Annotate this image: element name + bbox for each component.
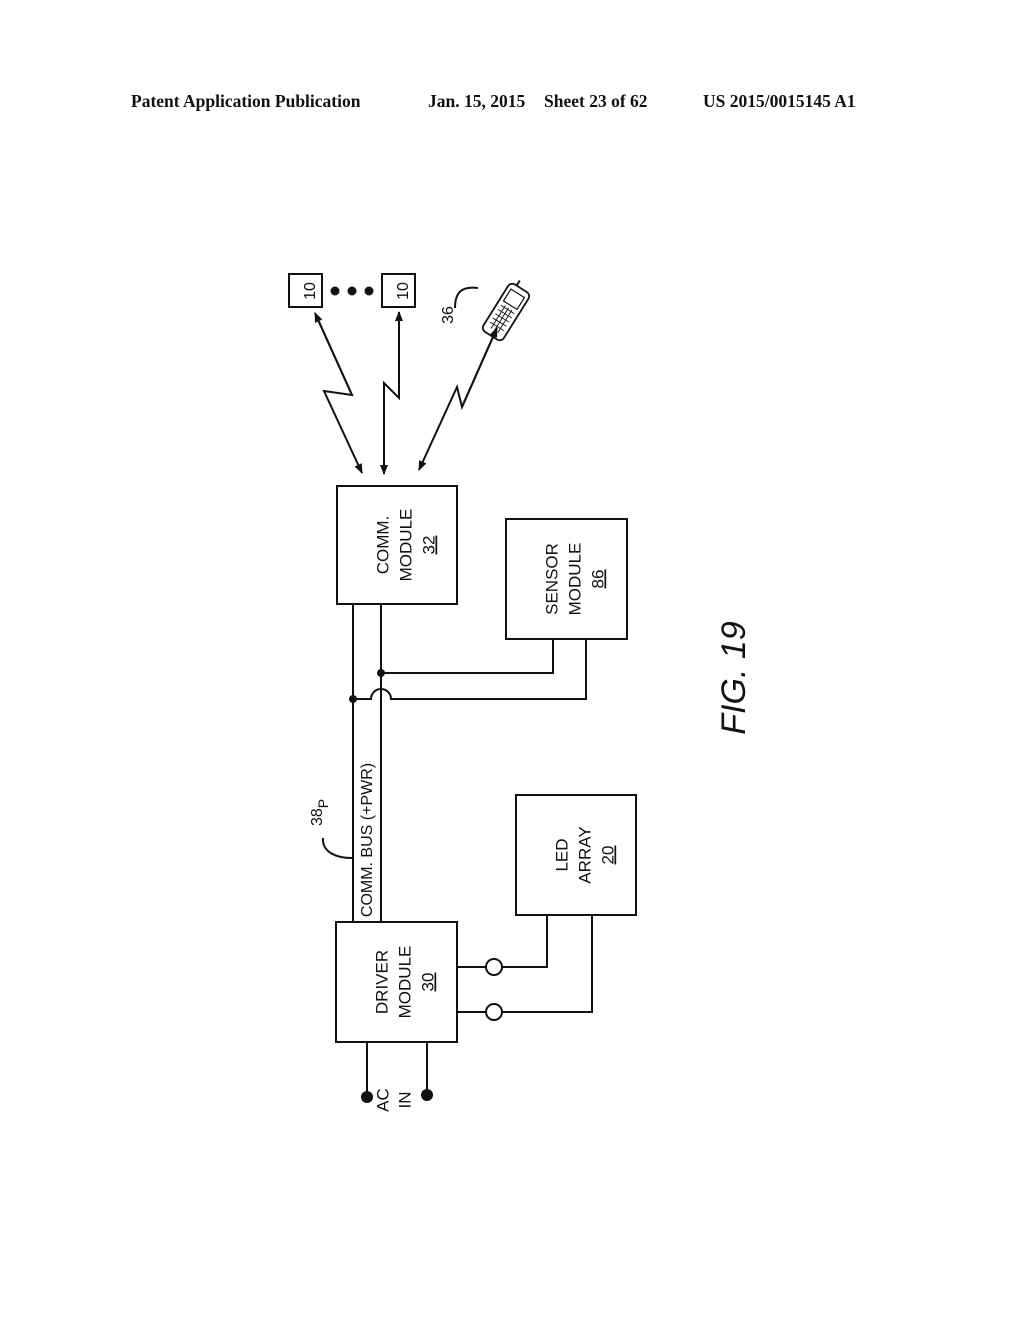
bus-ref-subscript: P — [315, 799, 331, 808]
led-connection-wires — [457, 915, 593, 1021]
comm-module-ref: 32 — [419, 536, 438, 555]
device-10-right: 10 — [381, 273, 416, 308]
device-10-left: 10 — [288, 273, 323, 308]
figure-label: FIG. 19 — [715, 621, 753, 734]
comm-module-box: COMM. MODULE 32 — [336, 485, 458, 605]
phone-ref: 36 — [440, 306, 457, 324]
wireless-link-left — [314, 312, 363, 474]
device-ref: 10 — [302, 282, 319, 300]
sensor-module-ref: 86 — [588, 570, 607, 589]
terminal-icon — [485, 958, 503, 976]
ac-in-label-2: IN — [395, 1092, 414, 1109]
wireless-link-center — [380, 311, 403, 475]
comm-module-label-2: MODULE — [396, 509, 415, 582]
sensor-module-label-2: MODULE — [565, 543, 584, 616]
led-array-ref: 20 — [598, 846, 617, 865]
sensor-module-box: SENSOR MODULE 86 — [505, 518, 628, 640]
wireless-link-phone — [418, 327, 498, 471]
bus-ref-number: 38 — [309, 808, 326, 826]
led-array-label-1: LED — [552, 838, 571, 871]
device-ref: 10 — [395, 282, 412, 300]
block-diagram: 10 10 36 COMM. MODULE 32 SENSOR MODULE 8… — [288, 273, 753, 1112]
ac-in-label-1: AC — [373, 1088, 392, 1112]
sensor-module-label-1: SENSOR — [542, 543, 561, 615]
led-array-box: LED ARRAY 20 — [515, 794, 637, 916]
ellipsis-dots — [330, 286, 374, 296]
bus-ref: 38P — [309, 799, 331, 826]
driver-module-label-1: DRIVER — [372, 950, 391, 1014]
bus-ref-leader — [321, 837, 353, 859]
led-array-label-2: ARRAY — [575, 826, 594, 883]
ac-in-label: AC IN — [373, 1088, 414, 1112]
comm-module-label-1: COMM. — [373, 516, 392, 575]
terminal-icon — [485, 1003, 503, 1021]
driver-module-box: DRIVER MODULE 30 — [335, 921, 458, 1043]
comm-bus-label: COMM. BUS (+PWR) — [359, 763, 376, 917]
driver-module-label-2: MODULE — [395, 946, 414, 1019]
driver-module-ref: 30 — [418, 973, 437, 992]
